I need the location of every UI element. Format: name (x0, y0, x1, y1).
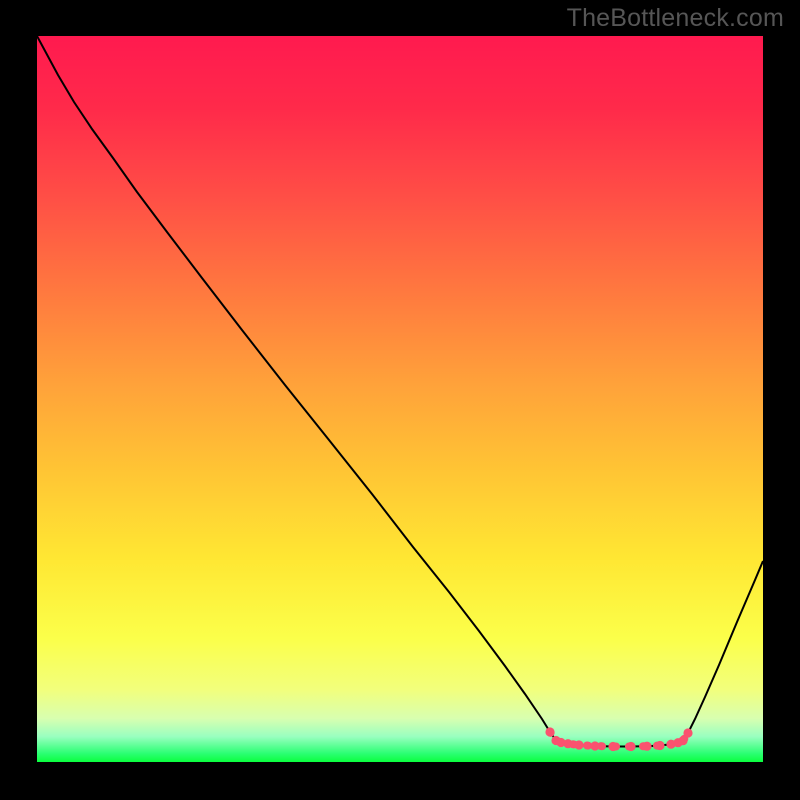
plot-svg (37, 36, 763, 762)
chart-frame: TheBottleneck.com (0, 0, 800, 800)
plot-area (37, 36, 763, 762)
watermark-text: TheBottleneck.com (567, 4, 784, 33)
gradient-background (37, 36, 763, 762)
